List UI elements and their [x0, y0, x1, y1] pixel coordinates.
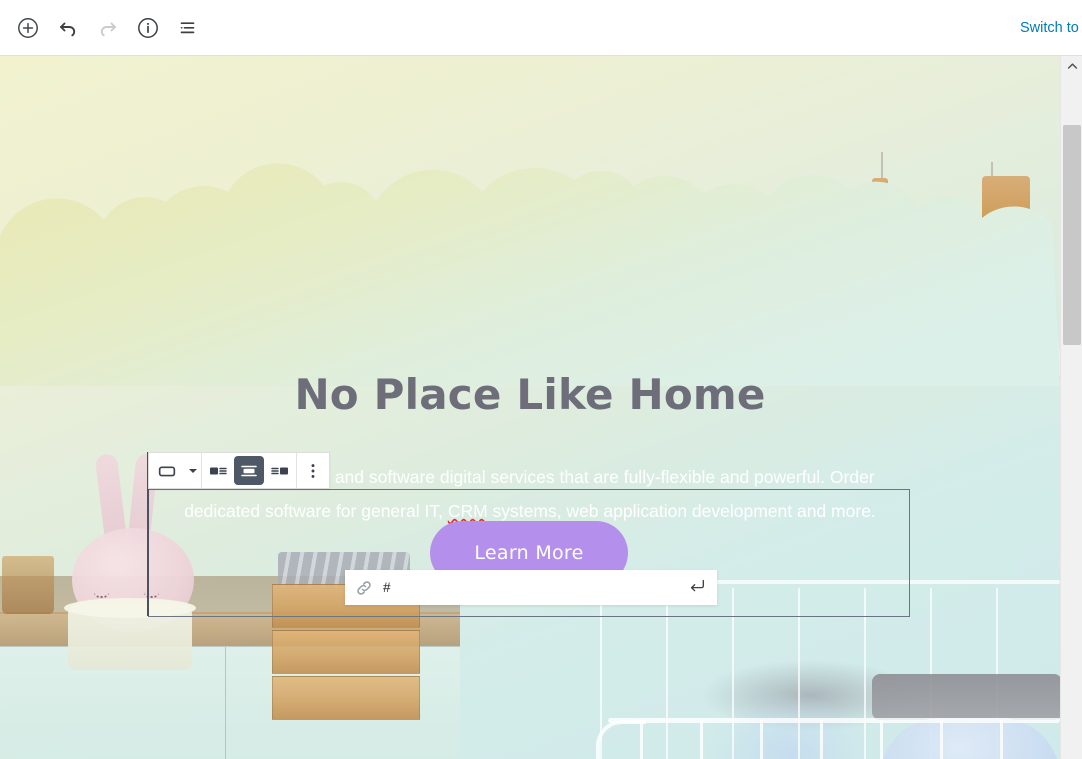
more-vertical-icon	[304, 462, 322, 480]
crib-decor	[608, 718, 1060, 723]
page-title[interactable]: No Place Like Home	[0, 370, 1060, 419]
wooden-crate-decor	[272, 630, 420, 674]
switch-to-draft-link[interactable]: Switch to D	[1020, 20, 1082, 36]
align-left-icon	[208, 461, 228, 481]
editor-top-bar: Switch to D	[0, 0, 1082, 56]
redo-button[interactable]	[90, 10, 126, 46]
scroll-up-button[interactable]	[1061, 56, 1082, 78]
vertical-scrollbar[interactable]	[1060, 56, 1082, 759]
align-center-button[interactable]	[234, 456, 264, 485]
undo-icon	[56, 16, 80, 40]
undo-button[interactable]	[50, 10, 86, 46]
button-block-icon	[156, 460, 178, 482]
alignment-group	[202, 453, 297, 488]
block-type-button[interactable]	[149, 453, 185, 488]
crib-decor	[760, 720, 763, 759]
cloud-shape-decor	[0, 56, 1060, 386]
crib-decor	[596, 720, 646, 759]
align-left-button[interactable]	[202, 453, 234, 488]
align-right-icon	[270, 461, 290, 481]
editor-tools-group	[0, 10, 206, 46]
block-type-group	[149, 453, 202, 488]
chevron-up-icon	[1067, 60, 1078, 75]
crib-decor	[700, 720, 703, 759]
block-options-group	[297, 453, 329, 488]
enter-arrow-icon	[688, 577, 706, 598]
list-view-icon	[176, 16, 200, 40]
pencil-cup-decor	[2, 556, 54, 614]
wooden-crate-decor	[272, 676, 420, 720]
editor-actions-group: Switch to D	[1020, 20, 1082, 36]
crib-decor	[880, 720, 883, 759]
editor-canvas[interactable]: No Place Like Home We provide design and…	[0, 56, 1060, 759]
chevron-down-icon	[188, 466, 198, 476]
list-view-button[interactable]	[170, 10, 206, 46]
info-circle-icon	[136, 16, 160, 40]
link-icon	[345, 578, 383, 598]
pillow-decor	[872, 674, 1060, 720]
scrollbar-thumb[interactable]	[1063, 125, 1081, 345]
link-apply-button[interactable]	[677, 570, 717, 605]
align-center-icon	[239, 461, 259, 481]
block-options-button[interactable]	[297, 453, 329, 488]
plus-circle-icon	[16, 16, 40, 40]
crib-decor	[1000, 720, 1003, 759]
link-popover	[345, 570, 717, 605]
block-type-dropdown[interactable]	[185, 466, 201, 476]
crib-decor	[940, 720, 943, 759]
add-block-button[interactable]	[10, 10, 46, 46]
align-right-button[interactable]	[264, 453, 296, 488]
crib-decor	[640, 720, 643, 759]
link-url-input[interactable]	[383, 580, 677, 595]
details-button[interactable]	[130, 10, 166, 46]
redo-icon	[96, 16, 120, 40]
crib-decor	[820, 720, 823, 759]
block-toolbar	[148, 452, 330, 489]
